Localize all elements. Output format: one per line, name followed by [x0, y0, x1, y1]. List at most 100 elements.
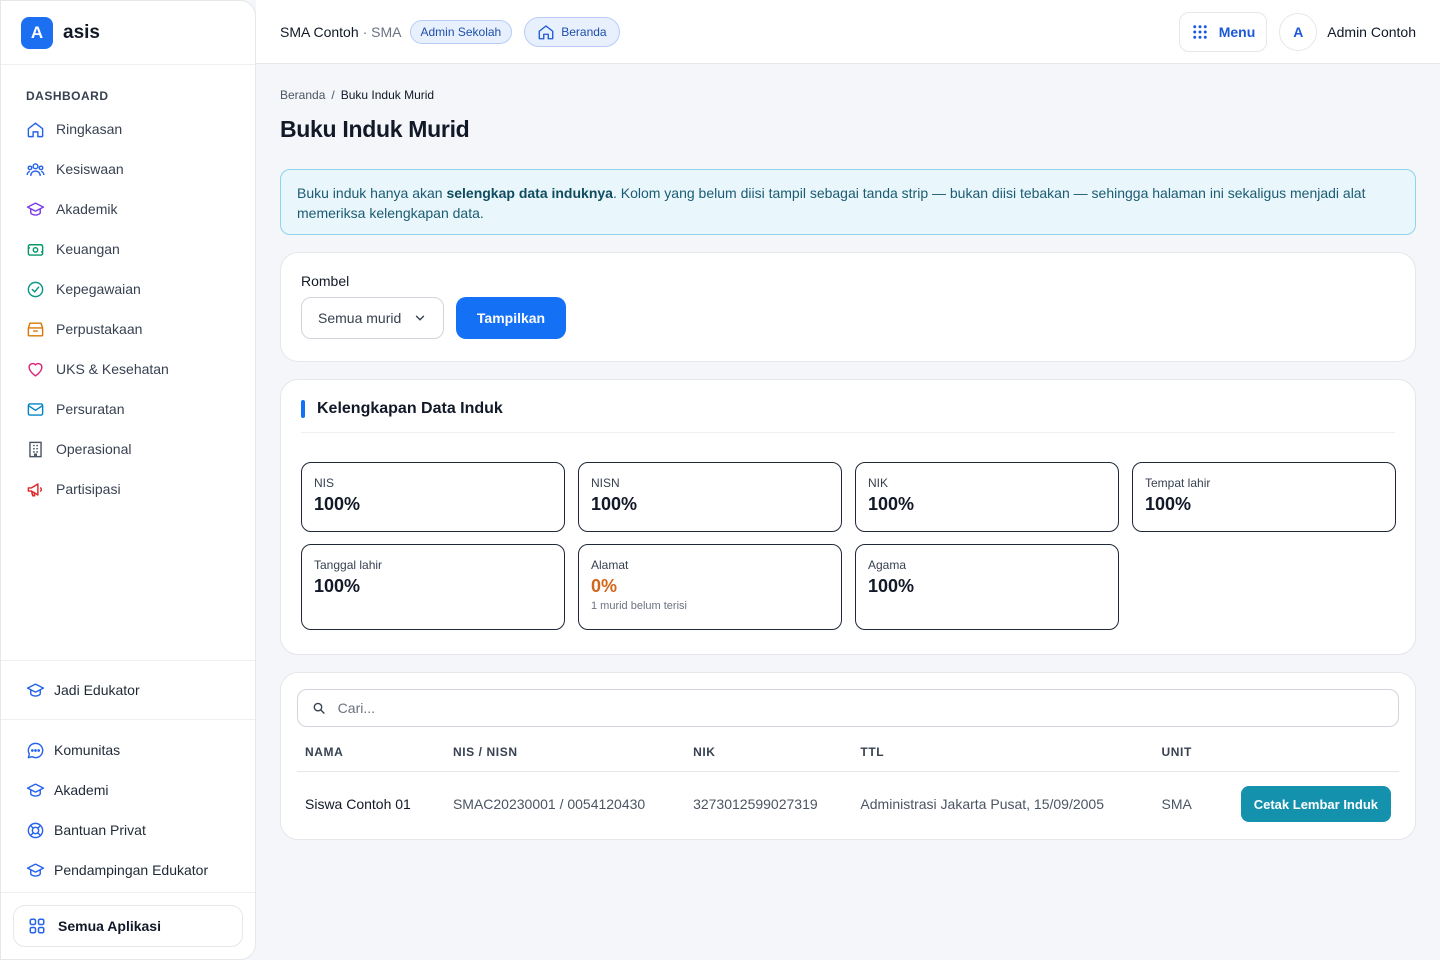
column-header-nis-nisn[interactable]: NIS / NISN — [444, 745, 686, 772]
cell-unit: SMA — [1161, 796, 1192, 812]
role-badge: Admin Sekolah — [409, 19, 513, 44]
stat-value: 0% — [591, 576, 618, 596]
sidebar-item-kesiswaan[interactable]: Kesiswaan — [1, 149, 255, 189]
sidebar-item-label: Pendampingan Edukator — [54, 862, 209, 878]
stat-card-nisn: NISN 100% — [578, 462, 842, 532]
breadcrumb-home[interactable]: Beranda — [280, 88, 325, 102]
column-header-nama[interactable]: NAMA — [297, 745, 445, 772]
sidebar-item-label: Partisipasi — [56, 481, 121, 497]
sidebar-item-perpustakaan[interactable]: Perpustakaan — [1, 309, 255, 349]
rombel-select-value: Semua murid — [318, 310, 402, 326]
money-icon — [27, 243, 44, 256]
sidebar-item-bantuan-privat[interactable]: Bantuan Privat — [1, 810, 255, 850]
heart-icon — [28, 362, 43, 377]
menu-button[interactable]: Menu — [1178, 11, 1268, 52]
breadcrumb-current: Buku Induk Murid — [340, 88, 435, 102]
mail-icon — [27, 402, 44, 416]
brand[interactable]: A asis — [1, 1, 255, 65]
dots-grid-icon — [1192, 24, 1207, 39]
stat-label: Alamat — [591, 558, 629, 572]
stat-label: Tempat lahir — [1145, 476, 1211, 490]
column-header-unit[interactable]: UNIT — [1153, 745, 1233, 772]
graduation-cap-icon — [26, 782, 45, 797]
sidebar-item-label: Akademi — [54, 782, 109, 798]
sidebar-item-jadi-edukator[interactable]: Jadi Edukator — [1, 661, 255, 719]
students-table-card: NAMA NIS / NISN NIK TTL UNIT Siswa Conto… — [280, 672, 1416, 840]
stat-card-agama: Agama 100% — [855, 544, 1119, 630]
stat-card-tempat-lahir: Tempat lahir 100% — [1132, 462, 1396, 532]
sidebar-item-label: Persuratan — [56, 401, 125, 417]
search-input[interactable] — [337, 700, 1384, 716]
stat-label: NIS — [314, 476, 335, 490]
accent-bar — [301, 400, 305, 418]
stat-label: NIK — [868, 476, 889, 490]
stat-label: Tanggal lahir — [314, 558, 383, 572]
sidebar-item-akademi[interactable]: Akademi — [1, 770, 255, 810]
sidebar-item-label: Perpustakaan — [56, 321, 143, 337]
table-header-row: NAMA NIS / NISN NIK TTL UNIT — [297, 745, 1399, 772]
sidebar-item-keuangan[interactable]: Keuangan — [1, 229, 255, 269]
sidebar-item-operasional[interactable]: Operasional — [1, 429, 255, 469]
all-apps-button[interactable]: Semua Aplikasi — [13, 905, 243, 947]
sidebar-item-label: Akademik — [56, 201, 118, 217]
column-header-nik[interactable]: NIK — [685, 745, 853, 772]
filter-row: Semua murid Tampilkan — [301, 297, 1395, 339]
topbar: SMA Contoh · SMA Admin Sekolah Beranda M… — [256, 0, 1440, 64]
sidebar-item-label: Keuangan — [56, 241, 120, 257]
cell-nik: 3273012599027319 — [693, 796, 818, 812]
stat-card-tanggal-lahir: Tanggal lahir 100% — [301, 544, 565, 630]
column-header-ttl[interactable]: TTL — [852, 745, 1154, 772]
home-icon — [538, 24, 554, 39]
stat-value: 100% — [868, 576, 915, 596]
stat-card-nis: NIS 100% — [301, 462, 565, 532]
rombel-select[interactable]: Semua murid — [301, 297, 444, 339]
sidebar-item-partisipasi[interactable]: Partisipasi — [1, 469, 255, 509]
sidebar-item-label: Ringkasan — [56, 121, 123, 137]
completeness-title: Kelengkapan Data Induk — [317, 400, 503, 417]
column-header-action — [1232, 745, 1399, 772]
divider — [1, 892, 255, 893]
main-content: Beranda / Buku Induk Murid Buku Induk Mu… — [280, 64, 1416, 840]
brand-logo: A — [21, 16, 53, 49]
cell-ttl: Administrasi Jakarta Pusat, 15/09/2005 — [860, 796, 1104, 812]
show-button[interactable]: Tampilkan — [456, 297, 566, 339]
chevron-down-icon — [415, 315, 425, 321]
badge-check-icon — [27, 281, 44, 297]
stat-value: 100% — [868, 494, 915, 514]
sidebar-nav: Ringkasan Kesiswaan Akademik Keuangan Ke… — [1, 109, 255, 509]
filter-card: Rombel Semua murid Tampilkan — [280, 252, 1416, 362]
info-callout: Buku induk hanya akan selengkap data ind… — [280, 169, 1416, 235]
home-pill[interactable]: Beranda — [524, 16, 620, 47]
sidebar-item-pendampingan-edukator[interactable]: Pendampingan Edukator — [1, 850, 255, 890]
megaphone-icon — [27, 482, 43, 497]
breadcrumb: Beranda / Buku Induk Murid — [280, 88, 1416, 102]
print-record-button[interactable]: Cetak Lembar Induk — [1240, 786, 1391, 822]
stat-value: 100% — [591, 494, 638, 514]
stat-label: NISN — [591, 476, 620, 490]
search-box[interactable] — [297, 689, 1399, 727]
sidebar-item-komunitas[interactable]: Komunitas — [1, 730, 255, 770]
sidebar-item-kepegawaian[interactable]: Kepegawaian — [1, 269, 255, 309]
sidebar: A asis DASHBOARD Ringkasan Kesiswaan Aka… — [0, 0, 256, 960]
stat-grid: NIS 100% NISN 100% NIK 100% Tempat lahir… — [301, 462, 1396, 630]
sidebar-item-akademik[interactable]: Akademik — [1, 189, 255, 229]
sidebar-item-label: Komunitas — [54, 742, 121, 758]
sidebar-item-ringkasan[interactable]: Ringkasan — [1, 109, 255, 149]
home-pill-label: Beranda — [561, 24, 607, 39]
sidebar-item-label: Operasional — [56, 441, 132, 457]
stat-value: 100% — [314, 576, 361, 596]
avatar[interactable]: A — [1279, 12, 1318, 51]
graduation-cap-icon — [26, 201, 45, 216]
sidebar-item-uks-kesehatan[interactable]: UKS & Kesehatan — [1, 349, 255, 389]
archive-icon — [27, 321, 44, 337]
table-row: Siswa Contoh 01 SMAC20230001 / 005412043… — [297, 772, 1399, 837]
sidebar-item-label: Kesiswaan — [56, 161, 124, 177]
info-text-before: Buku induk hanya akan — [297, 185, 447, 201]
cell-nis-nisn: SMAC20230001 / 0054120430 — [452, 796, 646, 812]
chat-icon — [27, 742, 44, 758]
info-text-bold: selengkap data induknya — [446, 185, 613, 201]
sidebar-item-persuratan[interactable]: Persuratan — [1, 389, 255, 429]
user-name[interactable]: Admin Contoh — [1327, 24, 1416, 40]
sidebar-item-label: Jadi Edukator — [54, 682, 140, 698]
sidebar-item-label: UKS & Kesehatan — [56, 361, 169, 377]
